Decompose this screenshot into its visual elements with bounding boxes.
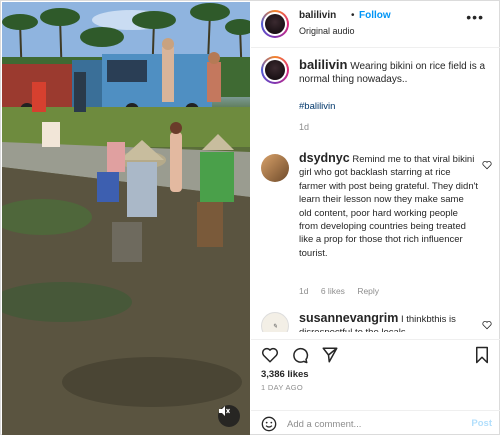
comment-item: ✎ susannevangrim I thinkbthis is disresp… [251, 308, 500, 332]
comment-text: dsydnyc Remind me to that viral bikini g… [299, 151, 479, 260]
post-header: balilivin • Follow Original audio [251, 2, 500, 48]
avatar[interactable] [261, 154, 289, 182]
instagram-post: balilivin • Follow Original audio balili… [0, 0, 500, 435]
comment-body: Remind me to that viral bikini girl who … [299, 154, 479, 259]
reply-button[interactable]: Reply [357, 286, 379, 296]
comment-like-heart-icon[interactable] [482, 160, 492, 170]
comment-icon[interactable] [291, 346, 309, 364]
comment-time: 1d [299, 286, 309, 296]
hashtag-link[interactable]: #balilivin [299, 101, 335, 112]
heart-icon[interactable] [261, 346, 279, 364]
caption-avatar[interactable] [261, 56, 289, 84]
post-details-panel: balilivin • Follow Original audio balili… [251, 2, 500, 435]
caption-username[interactable]: balilivin [299, 57, 347, 72]
mute-button[interactable] [218, 405, 240, 427]
avatar[interactable] [261, 10, 289, 38]
follow-button[interactable]: Follow [359, 10, 391, 21]
post-comment-button[interactable]: Post [471, 418, 492, 429]
bookmark-icon[interactable] [473, 346, 491, 364]
video-frame-illustration [2, 2, 250, 435]
post-video[interactable] [2, 2, 250, 435]
avatar[interactable]: ✎ [261, 312, 289, 332]
comment-like-heart-icon[interactable] [482, 320, 492, 330]
caption-text: balilivin Wearing bikini on rice field i… [299, 58, 489, 86]
send-icon[interactable] [321, 346, 339, 364]
more-horizontal-icon[interactable]: ••• [466, 9, 484, 25]
add-comment-bar: Post [251, 410, 500, 435]
comment-likes-count[interactable]: 6 likes [321, 286, 345, 296]
separator-dot: • [351, 10, 355, 21]
comment-username[interactable]: dsydnyc [299, 151, 350, 165]
comment-text: susannevangrim I thinkbthis is disrespec… [299, 311, 479, 332]
likes-count[interactable]: 3,386 likes [261, 369, 309, 380]
original-audio-link[interactable]: Original audio [299, 26, 355, 36]
post-author-username[interactable]: balilivin [299, 10, 336, 21]
emoji-icon[interactable] [261, 416, 277, 432]
post-date: 1 DAY AGO [261, 383, 304, 392]
action-bar [251, 339, 500, 367]
caption-timestamp: 1d [299, 122, 310, 132]
comment-input[interactable] [287, 416, 447, 432]
speaker-muted-icon [219, 406, 230, 416]
comment-meta: 1d 6 likes Reply [299, 286, 389, 296]
comment-username[interactable]: susannevangrim [299, 311, 398, 325]
